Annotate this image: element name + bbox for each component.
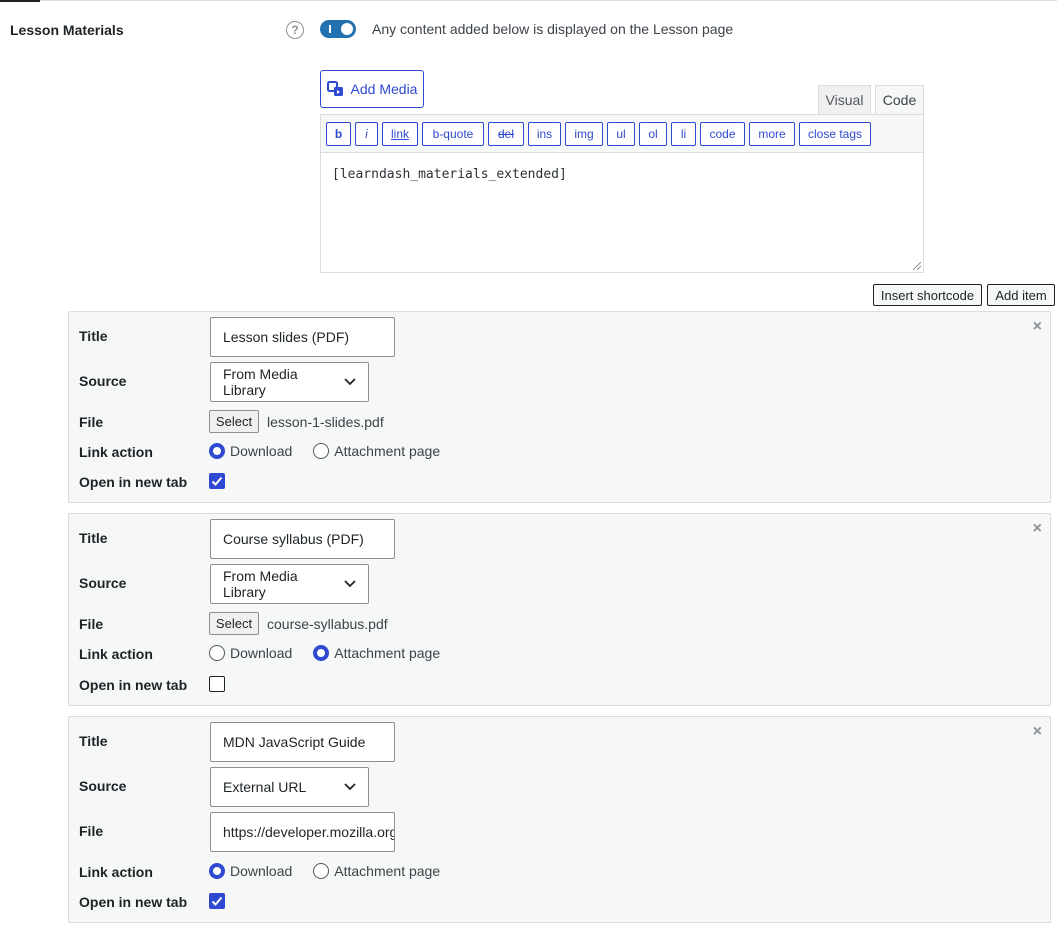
- title-input[interactable]: Course syllabus (PDF): [210, 519, 395, 559]
- quicktag-code[interactable]: code: [700, 122, 745, 146]
- download-label: Download: [230, 863, 293, 879]
- source-label: Source: [79, 373, 127, 389]
- title-input[interactable]: MDN JavaScript Guide: [210, 722, 395, 762]
- open-new-tab-checkbox[interactable]: [209, 893, 225, 909]
- add-item-button[interactable]: Add item: [987, 284, 1055, 306]
- source-value: From Media Library: [223, 568, 298, 600]
- external-url-input[interactable]: https://developer.mozilla.org/: [210, 812, 395, 852]
- toggle-on-mark: [329, 25, 331, 33]
- insert-shortcode-button[interactable]: Insert shortcode: [873, 284, 982, 306]
- checkmark-icon: [211, 896, 223, 906]
- remove-item-icon[interactable]: ×: [1033, 723, 1042, 741]
- source-select[interactable]: From Media Library: [210, 362, 369, 402]
- quicktag-more[interactable]: more: [749, 122, 795, 146]
- toggle-knob: [341, 23, 353, 35]
- attachment-page-radio[interactable]: [313, 645, 330, 661]
- link-action-label: Link action: [79, 444, 153, 460]
- material-item: × Title Lesson slides (PDF) Source From …: [68, 311, 1051, 503]
- attachment-page-label: Attachment page: [334, 443, 441, 459]
- download-radio[interactable]: [209, 645, 225, 661]
- quicktag-li[interactable]: li: [671, 122, 696, 146]
- source-select[interactable]: From Media Library: [210, 564, 369, 604]
- quicktag-ul[interactable]: ul: [607, 122, 635, 146]
- tab-visual[interactable]: Visual: [818, 85, 871, 115]
- open-new-tab-checkbox[interactable]: [209, 473, 225, 489]
- file-name: lesson-1-slides.pdf: [267, 414, 384, 430]
- file-label: File: [79, 823, 104, 839]
- open-new-tab-label: Open in new tab: [79, 474, 188, 490]
- select-file-button[interactable]: Select: [209, 612, 259, 635]
- download-radio[interactable]: [209, 863, 225, 879]
- quicktag-bquote[interactable]: b-quote: [422, 122, 484, 146]
- remove-item-icon[interactable]: ×: [1033, 318, 1042, 336]
- material-item: × Title MDN JavaScript Guide Source Exte…: [68, 716, 1051, 923]
- source-label: Source: [79, 778, 127, 794]
- code-editor-textarea[interactable]: [learndash_materials_extended]: [320, 152, 924, 273]
- quicktag-ol[interactable]: ol: [639, 122, 667, 146]
- source-value: External URL: [223, 779, 307, 795]
- title-label: Title: [79, 733, 108, 749]
- attachment-page-label: Attachment page: [334, 645, 441, 661]
- toggle-description: Any content added below is displayed on …: [372, 21, 734, 37]
- download-label: Download: [230, 443, 293, 459]
- file-label: File: [79, 616, 104, 632]
- quicktag-close-tags[interactable]: close tags: [799, 122, 871, 146]
- attachment-page-radio[interactable]: [313, 443, 330, 459]
- link-action-radios: Download Attachment page: [209, 645, 461, 661]
- open-new-tab-label: Open in new tab: [79, 894, 188, 910]
- link-action-radios: Download Attachment page: [209, 863, 461, 879]
- title-input[interactable]: Lesson slides (PDF): [210, 317, 395, 357]
- tab-code[interactable]: Code: [875, 85, 924, 115]
- material-item: × Title Course syllabus (PDF) Source Fro…: [68, 513, 1051, 706]
- link-action-radios: Download Attachment page: [209, 443, 461, 459]
- file-label: File: [79, 414, 104, 430]
- resize-handle-icon[interactable]: [913, 262, 921, 270]
- quicktag-ins[interactable]: ins: [528, 122, 561, 146]
- active-tab-indicator: [0, 0, 40, 2]
- attachment-page-label: Attachment page: [334, 863, 441, 879]
- link-action-label: Link action: [79, 864, 153, 880]
- remove-item-icon[interactable]: ×: [1033, 520, 1042, 538]
- source-value: From Media Library: [223, 366, 298, 398]
- download-radio[interactable]: [209, 443, 225, 459]
- quicktag-bold[interactable]: b: [326, 122, 351, 146]
- section-label: Lesson Materials: [10, 22, 124, 38]
- editor-content: [learndash_materials_extended]: [332, 167, 567, 182]
- link-action-label: Link action: [79, 646, 153, 662]
- open-new-tab-label: Open in new tab: [79, 677, 188, 693]
- quicktag-italic[interactable]: i: [355, 122, 378, 146]
- download-label: Download: [230, 645, 293, 661]
- chevron-down-icon: [344, 580, 356, 588]
- file-name: course-syllabus.pdf: [267, 616, 388, 632]
- open-new-tab-checkbox[interactable]: [209, 676, 225, 692]
- quicktags-toolbar: b i link b-quote del ins img ul ol li co…: [320, 114, 924, 152]
- chevron-down-icon: [344, 378, 356, 386]
- source-select[interactable]: External URL: [210, 767, 369, 807]
- title-label: Title: [79, 530, 108, 546]
- quicktag-img[interactable]: img: [565, 122, 603, 146]
- materials-toggle[interactable]: [320, 20, 356, 38]
- select-file-button[interactable]: Select: [209, 410, 259, 433]
- checkmark-icon: [211, 476, 223, 486]
- quicktag-del[interactable]: del: [488, 122, 524, 146]
- attachment-page-radio[interactable]: [313, 863, 330, 879]
- add-media-button[interactable]: Add Media: [320, 70, 424, 108]
- source-label: Source: [79, 575, 127, 591]
- title-label: Title: [79, 328, 108, 344]
- media-icon: [326, 81, 343, 96]
- help-icon[interactable]: ?: [286, 21, 304, 39]
- chevron-down-icon: [344, 783, 356, 791]
- add-media-label: Add Media: [350, 81, 418, 97]
- quicktag-link[interactable]: link: [382, 122, 418, 146]
- top-divider: [0, 0, 1057, 1]
